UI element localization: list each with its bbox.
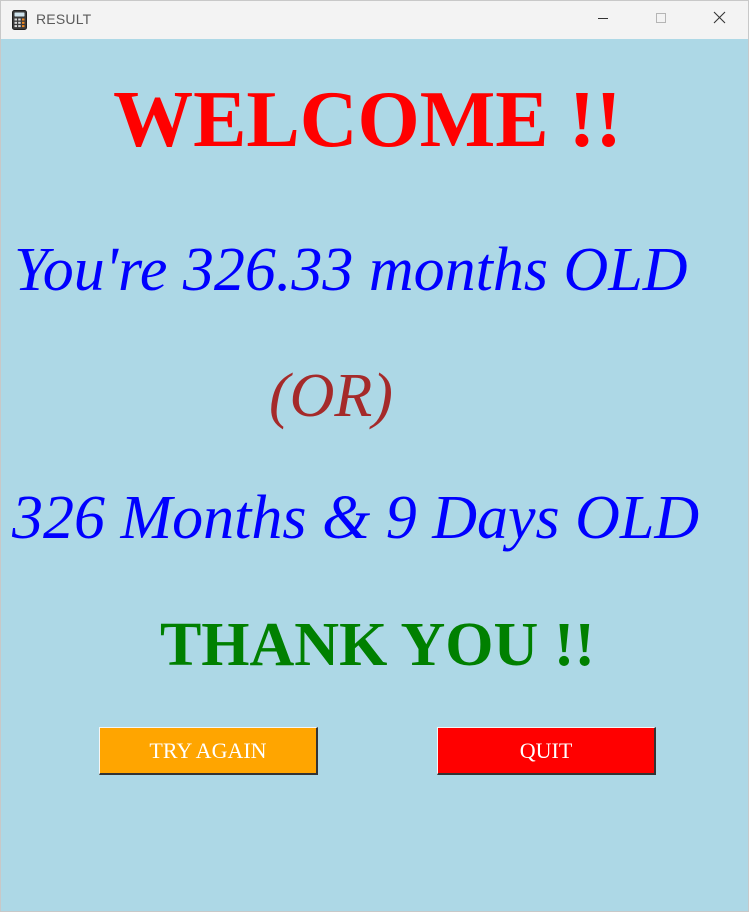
- result-content: WELCOME !! You're 326.33 months OLD (OR)…: [1, 39, 748, 911]
- age-in-months-text: You're 326.33 months OLD: [14, 236, 688, 304]
- maximize-button[interactable]: [632, 1, 690, 39]
- close-icon: [713, 11, 726, 29]
- minimize-button[interactable]: [574, 1, 632, 39]
- window-title: RESULT: [36, 11, 92, 27]
- calculator-icon: [12, 10, 27, 30]
- maximize-icon: [655, 11, 667, 29]
- welcome-heading: WELCOME !!: [113, 76, 622, 164]
- close-button[interactable]: [690, 1, 748, 39]
- thank-you-heading: THANK YOU !!: [159, 611, 596, 679]
- result-window: RESULT WELCOME !! You're 326.33 months O…: [0, 0, 749, 912]
- or-separator: (OR): [269, 362, 393, 430]
- minimize-icon: [597, 11, 609, 29]
- try-again-button[interactable]: TRY AGAIN: [99, 727, 318, 775]
- title-bar[interactable]: RESULT: [1, 1, 748, 39]
- quit-button[interactable]: QUIT: [437, 727, 656, 775]
- age-months-days-text: 326 Months & 9 Days OLD: [12, 484, 700, 552]
